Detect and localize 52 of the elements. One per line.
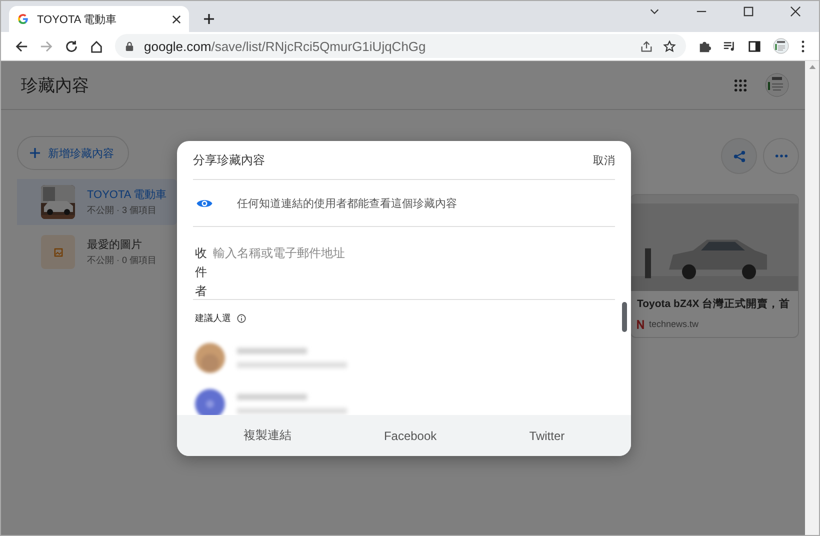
lock-icon xyxy=(125,40,134,52)
avatar-icon xyxy=(195,389,225,415)
home-icon[interactable] xyxy=(90,40,103,52)
recipient-label: 收件者 xyxy=(194,245,207,300)
item-title: Toyota bZ4X 台灣正式開賣，首 xyxy=(637,297,792,311)
eye-icon xyxy=(196,198,213,208)
plus-icon xyxy=(30,148,40,158)
plus-icon[interactable] xyxy=(203,13,215,25)
collection-name: 最愛的圖片 xyxy=(87,238,143,252)
share-option[interactable]: Facebook xyxy=(378,426,443,444)
news-logo-icon xyxy=(637,320,644,328)
apps-grid-icon[interactable] xyxy=(734,78,747,92)
share-option[interactable]: 複製連結 xyxy=(237,425,298,446)
menu-icon[interactable] xyxy=(801,40,805,52)
collection-meta: 不公開 · 3 個項目 xyxy=(87,204,158,217)
tab-title: TOYOTA 電動車 xyxy=(37,12,118,26)
avatar-icon xyxy=(195,343,225,373)
star-icon[interactable] xyxy=(663,40,676,52)
dialog-title: 分享珍藏內容 xyxy=(193,152,265,168)
more-icon xyxy=(774,154,788,158)
side-panel-icon[interactable] xyxy=(748,40,761,52)
reload-icon[interactable] xyxy=(65,40,78,52)
page-scrollbar[interactable] xyxy=(805,61,819,535)
info-icon[interactable] xyxy=(237,314,246,323)
profile-avatar-icon[interactable] xyxy=(773,38,789,54)
browser-tab[interactable]: TOYOTA 電動車 xyxy=(9,6,189,32)
item-source: technews.tw xyxy=(649,319,699,329)
collection-item[interactable]: 最愛的圖片 不公開 · 0 個項目 xyxy=(17,229,177,275)
collection-meta: 不公開 · 0 個項目 xyxy=(87,254,157,267)
collection-name: TOYOTA 電動車 xyxy=(87,188,167,202)
saved-item-card[interactable]: Toyota bZ4X 台灣正式開賣，首 technews.tw xyxy=(630,194,799,338)
back-icon[interactable] xyxy=(15,40,28,52)
google-logo-icon xyxy=(17,13,29,25)
close-icon[interactable] xyxy=(790,6,801,17)
url-text: google.com/save/list/RNjcRci5QmurG1iUjqChGg xyxy=(144,38,426,54)
image-icon xyxy=(54,248,62,256)
page-title: 珍藏內容 xyxy=(21,74,89,96)
scrollbar-thumb[interactable] xyxy=(622,302,627,332)
address-bar[interactable]: google.com/save/list/RNjcRci5QmurG1iUjqChGg xyxy=(115,34,686,58)
share-icon xyxy=(732,150,746,162)
share-button[interactable] xyxy=(721,138,757,174)
playlist-icon[interactable] xyxy=(723,40,736,52)
share-icon[interactable] xyxy=(640,40,653,52)
close-icon[interactable] xyxy=(172,14,181,24)
puzzle-icon[interactable] xyxy=(698,40,711,52)
maximize-icon[interactable] xyxy=(743,6,754,17)
visibility-text: 任何知道連結的使用者都能查看這個珍藏內容 xyxy=(237,196,457,210)
share-option[interactable]: Twitter xyxy=(523,426,571,444)
cancel-button[interactable]: 取消 xyxy=(593,152,615,168)
account-avatar-icon[interactable] xyxy=(765,73,789,97)
suggestions-heading: 建議人選 xyxy=(195,312,231,325)
new-collection-label: 新增珍藏內容 xyxy=(48,146,114,160)
